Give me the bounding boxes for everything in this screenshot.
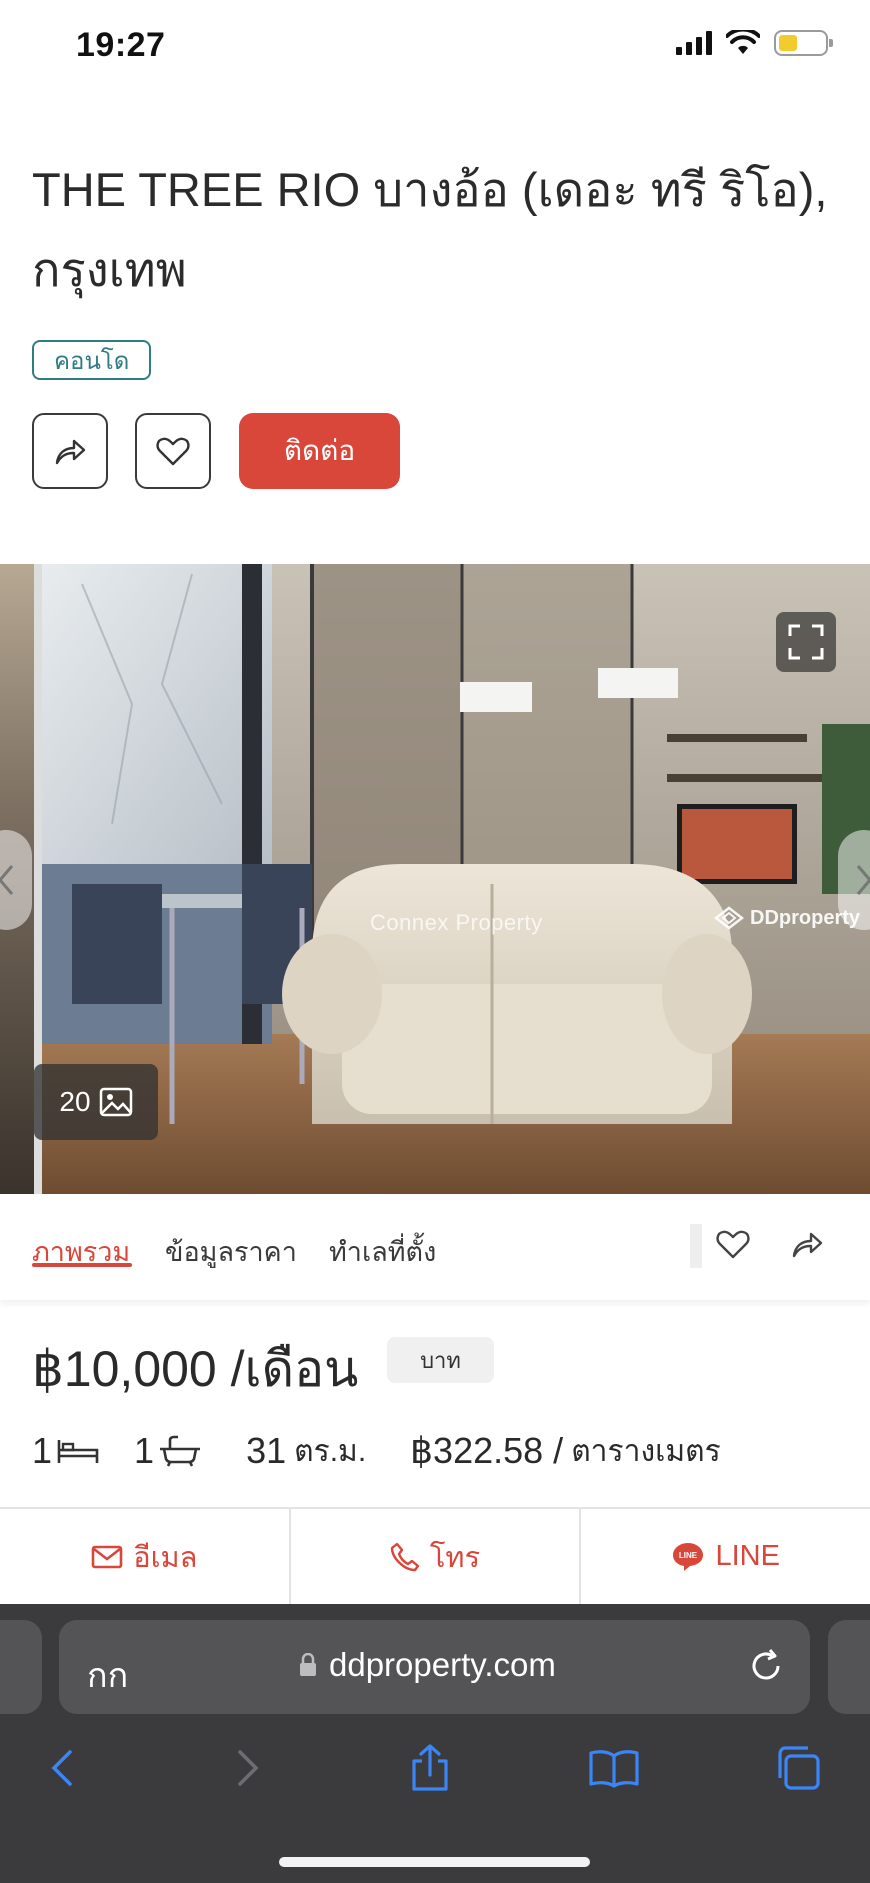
photo-count-badge[interactable]: 20 [34, 1064, 158, 1140]
previous-tab-peek[interactable] [0, 1620, 42, 1714]
chevron-right-icon [856, 865, 870, 895]
contact-strip: อีเมล โทร LINE LINE [0, 1507, 870, 1604]
reader-settings-button[interactable]: กก [87, 1648, 128, 1702]
expand-icon [788, 624, 824, 660]
favorite-button[interactable] [135, 413, 211, 489]
chevron-left-icon [0, 865, 14, 895]
main-photo[interactable] [42, 564, 870, 1194]
property-type-badge: คอนโด [32, 340, 152, 380]
bedroom-count: 1 [32, 1430, 100, 1472]
price-per-sqm: ฿322.58 / ตารางเมตร [410, 1430, 721, 1471]
phone-icon [390, 1542, 420, 1571]
rent-price: ฿10,000 /เดือน [32, 1341, 359, 1397]
tabs-share-button[interactable] [785, 1222, 829, 1266]
contact-button[interactable]: ติดต่อ [239, 413, 400, 489]
share-button[interactable] [32, 413, 108, 489]
share-icon [55, 439, 86, 465]
forward-button[interactable] [218, 1738, 278, 1798]
tabs-icon [778, 1746, 820, 1790]
wifi-icon [726, 30, 760, 54]
tabs-divider [690, 1224, 702, 1268]
tab-location[interactable]: ทำเลที่ตั้ง [329, 1230, 436, 1273]
bathroom-count: 1 [134, 1430, 202, 1472]
heart-icon [156, 437, 190, 466]
property-specs: 1 1 31 ตร.ม. ฿322.58 / ตารางเมตร [32, 1428, 721, 1474]
line-button[interactable]: LINE LINE [581, 1509, 870, 1604]
lock-icon [300, 1653, 316, 1676]
url-display[interactable]: ddproperty.com [299, 1646, 556, 1684]
status-bar: 19:27 [0, 0, 870, 96]
photo-gallery[interactable]: Connex Property DDproperty 20 [0, 564, 870, 1194]
line-chat-icon: LINE [673, 1542, 704, 1571]
home-indicator [279, 1857, 590, 1867]
battery-icon [774, 30, 833, 56]
listing-title: THE TREE RIO บางอ้อ (เดอะ ทรี ริโอ), กรุ… [32, 163, 828, 296]
heart-icon [716, 1230, 750, 1259]
svg-text:LINE: LINE [679, 1551, 698, 1560]
address-bar[interactable]: กก ddproperty.com [59, 1620, 810, 1714]
floor-area: 31 ตร.ม. [246, 1430, 367, 1471]
signal-icon [676, 31, 712, 55]
share-sheet-button[interactable] [400, 1738, 460, 1798]
phone-button[interactable]: โทร [291, 1509, 582, 1604]
browser-toolbar: กก ddproperty.com [0, 1604, 870, 1883]
tab-price-info[interactable]: ข้อมูลราคา [165, 1230, 297, 1273]
watermark-agency: Connex Property [370, 910, 543, 935]
back-button[interactable] [32, 1738, 92, 1798]
gallery-next-button[interactable] [838, 830, 870, 930]
next-tab-peek[interactable] [828, 1620, 870, 1714]
active-tab-indicator [32, 1263, 132, 1267]
chevron-left-icon [51, 1750, 72, 1786]
status-icons [676, 30, 833, 56]
chevron-right-icon [238, 1750, 259, 1786]
reload-button[interactable] [748, 1648, 784, 1689]
share-sheet-icon [412, 1744, 448, 1791]
bathtub-icon [160, 1435, 201, 1467]
share-icon [792, 1232, 823, 1258]
ddproperty-logo-icon [714, 906, 744, 930]
room-photo-illustration [42, 564, 870, 1194]
image-icon [99, 1087, 132, 1117]
fullscreen-button[interactable] [776, 612, 836, 672]
envelope-icon [91, 1545, 123, 1568]
currency-toggle[interactable]: บาท [387, 1337, 494, 1383]
email-button[interactable]: อีเมล [0, 1509, 291, 1604]
tabs-button[interactable] [768, 1738, 828, 1798]
bed-icon [57, 1440, 99, 1463]
bookmarks-button[interactable] [584, 1738, 644, 1798]
tabs-favorite-button[interactable] [711, 1222, 755, 1266]
gallery-prev-button[interactable] [0, 830, 32, 930]
status-time: 19:27 [76, 26, 166, 64]
reload-icon [752, 1649, 780, 1680]
book-icon [589, 1750, 639, 1788]
